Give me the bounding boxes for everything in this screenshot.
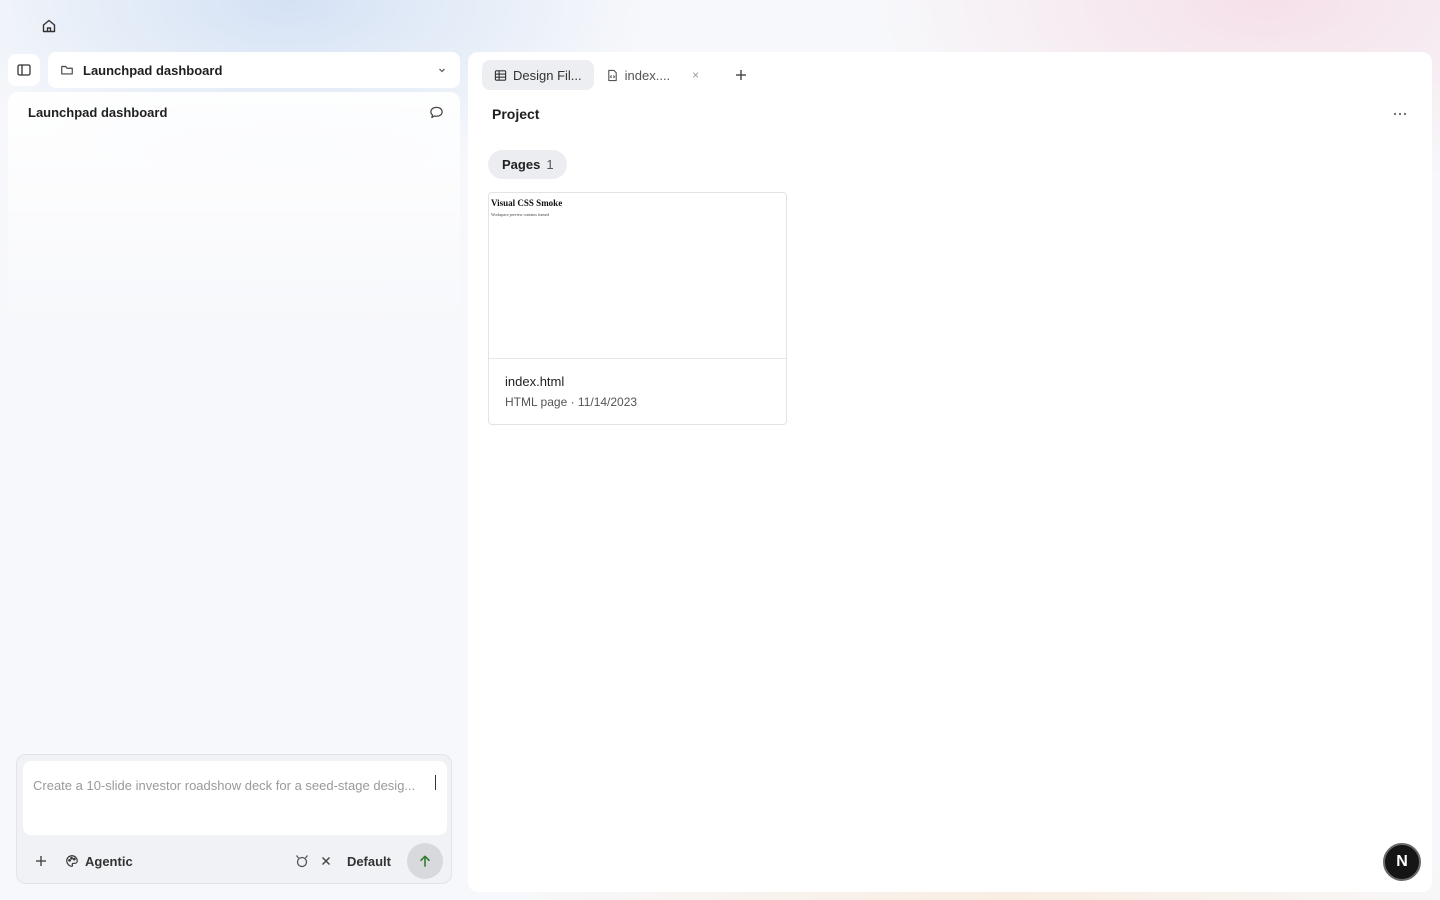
- sidebar-panel-icon: [17, 64, 31, 76]
- lasso-icon: [295, 855, 308, 868]
- prompt-input[interactable]: [23, 761, 447, 835]
- model-selector[interactable]: Default: [347, 854, 391, 869]
- chevron-down-icon: [436, 64, 448, 76]
- home-icon: [42, 19, 56, 33]
- tab-bar: Design Fil... index.... ×: [482, 60, 755, 90]
- more-options-button[interactable]: [1390, 106, 1410, 122]
- file-card[interactable]: Visual CSS Smoke Workspace preview conta…: [488, 192, 787, 425]
- sidebar-toggle-button[interactable]: [8, 54, 40, 86]
- home-button[interactable]: [36, 13, 62, 39]
- skills-button[interactable]: [291, 850, 313, 872]
- composer-toolbar: Agentic Default: [17, 843, 451, 879]
- tab-label: Design Fil...: [513, 67, 582, 83]
- page-preview-thumbnail: Visual CSS Smoke Workspace preview conta…: [489, 193, 786, 359]
- arrow-up-icon: [420, 855, 430, 867]
- file-info: HTML page · 11/14/2023: [505, 395, 638, 409]
- tab-label: index....: [624, 67, 671, 83]
- pages-filter-chip[interactable]: Pages 1: [488, 150, 567, 179]
- tab-index-html[interactable]: index.... ×: [594, 60, 712, 90]
- chat-header: Launchpad dashboard: [28, 102, 444, 122]
- tab-design-files[interactable]: Design Fil...: [482, 60, 594, 90]
- plus-icon: [736, 70, 747, 80]
- clear-skills-button[interactable]: [317, 852, 335, 870]
- new-tab-button[interactable]: [727, 61, 755, 89]
- grid-icon: [494, 69, 507, 81]
- comment-icon[interactable]: [429, 105, 444, 120]
- palette-icon: [66, 855, 78, 867]
- chat-title: Launchpad dashboard: [28, 104, 168, 120]
- mode-label: Agentic: [85, 853, 133, 869]
- mode-selector[interactable]: Agentic: [65, 854, 133, 869]
- preview-subtitle: Workspace preview contains framed: [491, 212, 550, 217]
- chat-composer: Agentic Default: [16, 754, 452, 884]
- user-avatar[interactable]: N: [1383, 843, 1421, 881]
- text-caret: [435, 775, 436, 790]
- send-button[interactable]: [407, 843, 443, 879]
- close-tab-icon[interactable]: ×: [692, 68, 699, 82]
- main-panel: Design Fil... index.... × Project Pages …: [468, 52, 1432, 892]
- folder-icon: [60, 63, 74, 77]
- file-card-meta: index.html HTML page · 11/14/2023: [489, 359, 786, 424]
- project-name: Launchpad dashboard: [83, 62, 223, 78]
- pages-count: 1: [546, 157, 554, 172]
- add-attachment-button[interactable]: [29, 849, 53, 873]
- plus-icon: [36, 856, 46, 866]
- project-selector[interactable]: Launchpad dashboard: [48, 52, 460, 88]
- file-code-icon: [607, 69, 617, 81]
- preview-title: Visual CSS Smoke: [491, 198, 563, 208]
- file-name: index.html: [505, 374, 565, 389]
- page-title: Project: [492, 106, 540, 122]
- close-icon: [321, 857, 330, 865]
- pages-label: Pages: [502, 157, 541, 172]
- more-horizontal-icon: [1393, 112, 1407, 116]
